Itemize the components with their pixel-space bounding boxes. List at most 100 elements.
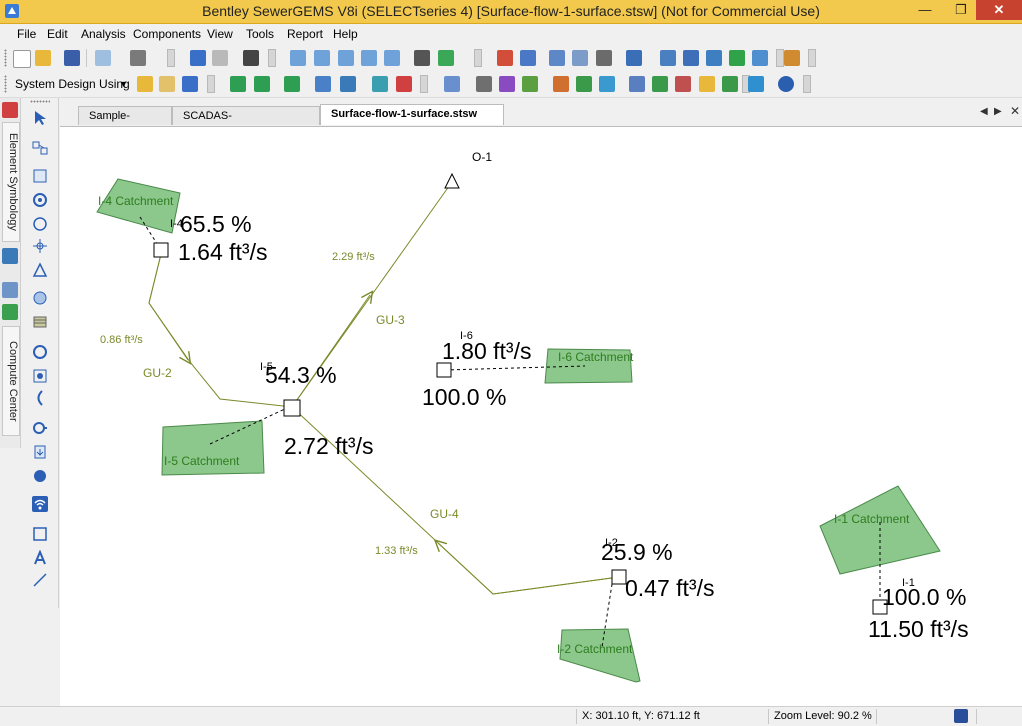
layout-link-icon[interactable] [32,140,48,156]
pump-tool-icon[interactable] [32,368,48,384]
redo-icon[interactable] [212,50,228,66]
tab-close-icon[interactable]: ✕ [1010,104,1020,118]
zoom-window-icon[interactable] [314,50,330,66]
pond-tool-icon[interactable] [32,290,48,306]
outfall-tool-icon[interactable] [32,262,48,278]
pipe-tool-icon[interactable] [476,76,492,92]
validate-icon[interactable] [254,76,270,92]
background-layers-icon[interactable] [497,50,513,66]
tab-compute-center[interactable]: Compute Center [2,326,20,436]
line-tool-icon[interactable] [32,572,48,588]
gis-icon[interactable] [522,76,538,92]
zoom-out-icon[interactable] [361,50,377,66]
refresh-icon[interactable] [438,50,454,66]
border-tool-icon[interactable] [32,526,48,542]
toolbar-grip-2[interactable] [4,75,7,93]
calculation-options-icon[interactable] [182,76,198,92]
optimize-icon[interactable] [576,76,592,92]
tab-element-symbology[interactable]: Element Symbology [2,122,20,242]
compute-icon[interactable] [230,76,246,92]
close-button[interactable]: ✕ [976,0,1022,20]
options-icon[interactable] [596,50,612,66]
catch-basin-tool-icon[interactable] [32,192,48,208]
print-icon[interactable] [130,50,146,66]
report-icon[interactable] [396,76,412,92]
zoom-realtime-icon[interactable] [384,50,400,66]
gutter-tool-icon[interactable] [32,390,48,406]
zoom-extents-icon[interactable] [290,50,306,66]
undo-icon[interactable] [190,50,206,66]
tab-scroll-right-icon[interactable]: ▶ [994,106,1002,117]
outfall-symbol[interactable] [444,172,460,189]
run-icon[interactable] [284,76,300,92]
toolbar-grip[interactable] [4,49,7,67]
menu-analysis[interactable]: Analysis [81,27,126,41]
node-i-2[interactable] [611,569,627,585]
help-icon[interactable] [778,76,794,92]
node-i-6[interactable] [436,362,452,378]
search-icon[interactable] [599,76,615,92]
save-status-icon[interactable] [954,709,968,723]
terrain-icon[interactable] [652,76,668,92]
pan-icon[interactable] [414,50,430,66]
tab-scadas-4[interactable]: SCADAS-4Contained.stsw [172,106,320,141]
calculation-summary-icon[interactable] [340,76,356,92]
user-notifications-icon[interactable] [315,76,331,92]
low-impact-tool-icon[interactable] [32,444,48,460]
element-properties-icon[interactable] [372,76,388,92]
cross-section-tool-icon[interactable] [32,238,48,254]
node-i-5[interactable] [283,399,301,417]
minimize-button[interactable]: — [908,0,942,20]
named-views-icon[interactable] [752,50,768,66]
tab-surface-flow-1[interactable]: Surface-flow-1-surface.stsw [320,104,504,125]
customize-icon[interactable] [784,50,800,66]
network-navigator-icon[interactable] [629,76,645,92]
find-icon[interactable] [243,50,259,66]
wifi-icon[interactable] [32,496,48,512]
multi-color-icon[interactable] [499,76,515,92]
storage-tool-icon[interactable] [32,314,48,330]
dock-panel-icon-2[interactable] [2,282,18,298]
menu-report[interactable]: Report [287,27,323,41]
tab-sample-3[interactable]: Sample-3.stsw [78,106,172,141]
network-drawing[interactable]: O-1 I-4 I-5 I-6 I-2 I-1 65.5 % 1.64 ft³/… [60,127,1022,707]
drawing-canvas[interactable]: O-1 I-4 I-5 I-6 I-2 I-1 65.5 % 1.64 ft³/… [60,126,1022,707]
images-icon[interactable] [722,76,738,92]
scenario-icon[interactable] [137,76,153,92]
dock-panel-icon[interactable] [2,248,18,264]
restore-button[interactable]: ❐ [944,0,978,20]
pressure-junction-tool-icon[interactable] [32,468,48,484]
flextables-icon[interactable] [626,50,642,66]
hyperlinks-icon[interactable] [699,76,715,92]
web-icon[interactable] [748,76,764,92]
menu-components[interactable]: Components [133,27,201,41]
query-icon[interactable] [572,50,588,66]
new-icon[interactable] [13,50,31,68]
menu-help[interactable]: Help [333,27,358,41]
alternatives-icon[interactable] [159,76,175,92]
save-icon[interactable] [64,50,80,66]
catchment-tool-icon[interactable] [32,420,48,436]
manhole-tool-icon[interactable] [32,168,48,184]
thematic-icon[interactable] [729,50,745,66]
external-tools-icon[interactable] [675,76,691,92]
select-pointer-icon[interactable] [32,110,48,126]
print-preview-icon[interactable] [95,50,111,66]
text-tool-icon[interactable] [32,550,48,566]
wet-well-tool-icon[interactable] [32,344,48,360]
node-i-4[interactable] [153,242,169,258]
layout-icon[interactable] [520,50,536,66]
graphs-icon[interactable] [683,50,699,66]
menu-edit[interactable]: Edit [47,27,68,41]
darwin-icon[interactable] [553,76,569,92]
element-tools-icon[interactable] [444,76,460,92]
select-icon[interactable] [549,50,565,66]
open-icon[interactable] [35,50,51,66]
profiles-icon[interactable] [660,50,676,66]
tab-scroll-left-icon[interactable]: ◀ [980,106,988,117]
calculation-mode-combo[interactable]: System Design Using ▼ [12,75,130,93]
junction-tool-icon[interactable] [32,216,48,232]
contours-icon[interactable] [706,50,722,66]
zoom-in-icon[interactable] [338,50,354,66]
menu-file[interactable]: File [17,27,36,41]
